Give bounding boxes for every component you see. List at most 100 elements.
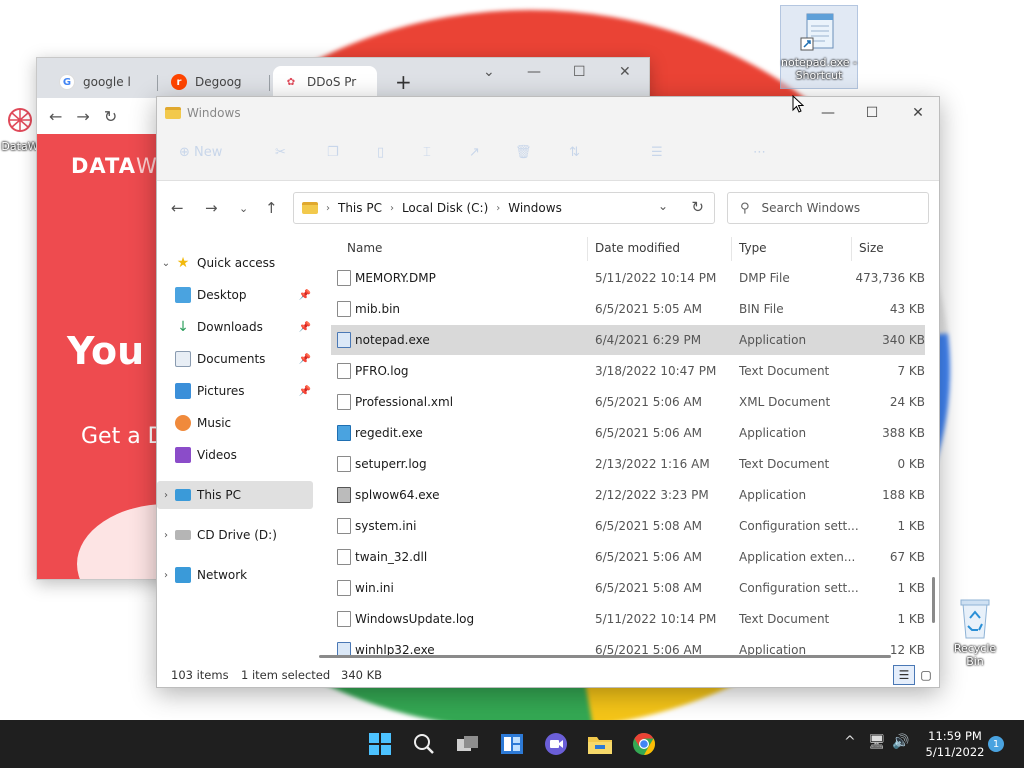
paste-icon[interactable]: ▯ — [377, 145, 384, 160]
up-arrow-icon[interactable]: ↑ — [265, 199, 278, 217]
browser-tab-google[interactable]: G google l — [49, 66, 141, 98]
delete-icon[interactable]: 🗑 — [515, 145, 532, 160]
table-row[interactable]: twain_32.dll 6/5/2021 5:06 AM Applicatio… — [331, 542, 925, 572]
table-row[interactable]: PFRO.log 3/18/2022 10:47 PM Text Documen… — [331, 356, 925, 386]
column-header-name[interactable]: Name — [347, 241, 382, 255]
table-row-selected[interactable]: notepad.exe 6/4/2021 6:29 PM Application… — [331, 325, 925, 355]
sidebar-item-desktop[interactable]: Desktop 📌 — [157, 281, 313, 309]
browser-minimize-button[interactable]: — — [527, 64, 541, 80]
widgets-icon[interactable] — [498, 730, 526, 758]
notification-badge[interactable]: 1 — [988, 736, 1004, 752]
large-icons-view-icon[interactable]: ▢ — [915, 665, 937, 685]
explorer-maximize-button[interactable]: ☐ — [849, 102, 895, 126]
new-button[interactable]: ⊕ New — [179, 145, 222, 160]
sidebar-item-cd-drive[interactable]: › CD Drive (D:) — [157, 521, 313, 549]
sidebar-item-pictures[interactable]: Pictures 📌 — [157, 377, 313, 405]
tab-search-chevron-icon[interactable]: ⌄ — [483, 64, 495, 80]
column-divider[interactable] — [731, 237, 732, 261]
task-view-icon[interactable] — [454, 730, 482, 758]
table-row[interactable]: MEMORY.DMP 5/11/2022 10:14 PM DMP File 4… — [331, 263, 925, 293]
address-bar[interactable]: › This PC › Local Disk (C:) › Windows ⌄ … — [293, 192, 715, 224]
table-row[interactable]: splwow64.exe 2/12/2022 3:23 PM Applicati… — [331, 480, 925, 510]
copy-icon[interactable]: ❐ — [327, 145, 339, 160]
back-arrow-icon[interactable]: ← — [49, 107, 62, 126]
sidebar-item-network[interactable]: › Network — [157, 561, 313, 589]
desktop-icon-dataw[interactable]: DataW — [0, 106, 40, 153]
pin-icon[interactable]: 📌 — [299, 290, 311, 301]
pin-icon[interactable]: 📌 — [299, 386, 311, 397]
sidebar-item-videos[interactable]: Videos — [157, 441, 313, 469]
vertical-scrollbar[interactable] — [932, 237, 935, 647]
search-input[interactable]: ⚲ Search Windows — [727, 192, 929, 224]
scrollbar-thumb[interactable] — [932, 577, 935, 623]
column-header-size[interactable]: Size — [859, 241, 884, 255]
new-tab-button[interactable]: + — [395, 70, 412, 94]
application-icon — [337, 332, 351, 348]
sidebar-item-label: Desktop — [197, 288, 247, 302]
pin-icon[interactable]: 📌 — [299, 354, 311, 365]
expand-chevron-icon[interactable]: › — [157, 490, 175, 501]
network-status-icon[interactable]: 🖥 — [868, 734, 886, 750]
explorer-titlebar: Windows — ☐ ✕ — [157, 97, 939, 129]
back-arrow-icon[interactable]: ← — [171, 199, 184, 217]
more-options-icon[interactable]: ⋯ — [753, 145, 766, 160]
table-row[interactable]: WindowsUpdate.log 5/11/2022 10:14 PM Tex… — [331, 604, 925, 634]
browser-tab-ddos[interactable]: ✿ DDoS Pr — [273, 66, 377, 98]
refresh-icon[interactable]: ↻ — [691, 198, 704, 216]
sidebar-item-downloads[interactable]: ↓ Downloads 📌 — [157, 313, 313, 341]
rename-icon[interactable]: ⌶ — [423, 145, 431, 160]
breadcrumb-chevron-icon[interactable]: › — [326, 203, 330, 214]
start-button[interactable] — [366, 730, 394, 758]
forward-arrow-icon[interactable]: → — [76, 107, 89, 126]
show-hidden-icons-chevron-icon[interactable]: ^ — [844, 734, 856, 750]
table-row[interactable]: Professional.xml 6/5/2021 5:06 AM XML Do… — [331, 387, 925, 417]
cut-icon[interactable]: ✂ — [275, 145, 286, 160]
sidebar-item-documents[interactable]: Documents 📌 — [157, 345, 313, 373]
table-row[interactable]: mib.bin 6/5/2021 5:05 AM BIN File 43 KB — [331, 294, 925, 324]
expand-chevron-icon[interactable]: ⌄ — [157, 258, 175, 269]
desktop-icon-notepad-shortcut[interactable]: notepad.exe - Shortcut — [780, 5, 858, 89]
teams-chat-icon[interactable] — [542, 730, 570, 758]
sidebar-item-music[interactable]: Music — [157, 409, 313, 437]
desktop-icon-recycle-bin[interactable]: Recycle Bin — [944, 596, 1006, 668]
breadcrumb-local-disk[interactable]: Local Disk (C:) — [402, 201, 488, 215]
explorer-minimize-button[interactable]: — — [805, 102, 851, 126]
expand-chevron-icon[interactable]: › — [157, 570, 175, 581]
table-row[interactable]: win.ini 6/5/2021 5:08 AM Configuration s… — [331, 573, 925, 603]
breadcrumb-this-pc[interactable]: This PC — [338, 201, 382, 215]
address-dropdown-chevron-icon[interactable]: ⌄ — [658, 199, 668, 213]
clock[interactable]: 11:59 PM 5/11/2022 — [924, 728, 986, 760]
computer-icon — [175, 489, 191, 501]
breadcrumb-chevron-icon[interactable]: › — [390, 203, 394, 214]
search-icon[interactable] — [410, 730, 438, 758]
details-view-icon[interactable]: ☰ — [893, 665, 915, 685]
table-row[interactable]: regedit.exe 6/5/2021 5:06 AM Application… — [331, 418, 925, 448]
breadcrumb-windows[interactable]: Windows — [508, 201, 562, 215]
volume-icon[interactable]: 🔊 — [892, 734, 909, 750]
file-explorer-taskbar-icon[interactable] — [586, 730, 614, 758]
sidebar-item-quick-access[interactable]: ⌄ ★ Quick access — [157, 249, 313, 277]
column-header-type[interactable]: Type — [739, 241, 767, 255]
breadcrumb-chevron-icon[interactable]: › — [496, 203, 500, 214]
table-row[interactable]: setuperr.log 2/13/2022 1:16 AM Text Docu… — [331, 449, 925, 479]
share-icon[interactable]: ↗ — [469, 145, 480, 160]
column-divider[interactable] — [587, 237, 588, 261]
reload-icon[interactable]: ↻ — [104, 107, 117, 126]
browser-maximize-button[interactable]: ☐ — [573, 64, 586, 80]
view-icon[interactable]: ☰ — [651, 145, 663, 160]
browser-close-button[interactable]: ✕ — [619, 64, 631, 80]
table-row[interactable]: system.ini 6/5/2021 5:08 AM Configuratio… — [331, 511, 925, 541]
explorer-close-button[interactable]: ✕ — [895, 102, 941, 126]
recent-locations-chevron-icon[interactable]: ⌄ — [239, 202, 248, 215]
site-logo[interactable]: DATAW — [71, 154, 158, 178]
column-header-date[interactable]: Date modified — [595, 241, 680, 255]
column-divider[interactable] — [851, 237, 852, 261]
pin-icon[interactable]: 📌 — [299, 322, 311, 333]
forward-arrow-icon[interactable]: → — [205, 199, 218, 217]
sidebar-item-this-pc[interactable]: › This PC — [157, 481, 313, 509]
sort-icon[interactable]: ⇅ — [569, 145, 580, 160]
expand-chevron-icon[interactable]: › — [157, 530, 175, 541]
chrome-icon[interactable] — [630, 730, 658, 758]
browser-tab-degoogle[interactable]: r Degoog — [161, 66, 252, 98]
horizontal-scrollbar[interactable] — [319, 655, 891, 658]
